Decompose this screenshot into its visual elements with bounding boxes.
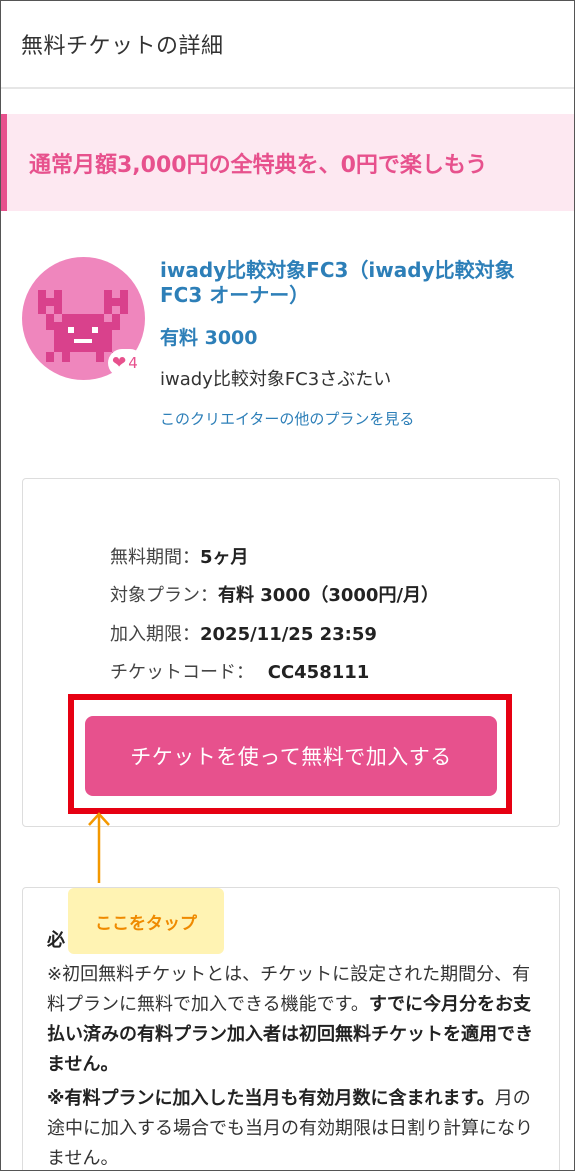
free-period-label: 無料期間： bbox=[110, 547, 200, 568]
target-plan-label: 対象プラン： bbox=[110, 585, 218, 606]
ticket-code-value: CC458111 bbox=[267, 662, 370, 683]
free-period-row: 無料期間：5ヶ月 bbox=[110, 543, 249, 569]
page-title: 無料チケットの詳細 bbox=[21, 34, 224, 59]
target-plan-value: 有料 3000（3000円/月） bbox=[218, 585, 440, 606]
tap-here-tooltip: ここをタップ bbox=[68, 888, 224, 954]
favorites-badge: ❤ 4 bbox=[108, 349, 144, 377]
plan-title: iwady比較対象FC3さぶたい bbox=[160, 369, 392, 390]
promo-text: 通常月額3,000円の全特典を、0円で楽しもう bbox=[29, 152, 488, 178]
deadline-value: 2025/11/25 23:59 bbox=[200, 624, 377, 645]
ticket-card: 無料期間：5ヶ月 対象プラン：有料 3000（3000円/月） 加入期限：202… bbox=[22, 478, 560, 827]
notes-paragraph-2: ※有料プランに加入した当月も有効月数に含まれます。月の途中に加入する場合でも当月… bbox=[47, 1084, 543, 1170]
free-period-value: 5ヶ月 bbox=[200, 547, 249, 568]
notes-heading: 必 bbox=[47, 930, 65, 951]
heart-icon: ❤ bbox=[112, 352, 127, 373]
page-frame: 無料チケットの詳細 通常月額3,000円の全特典を、0円で楽しもう ❤ 4 iw… bbox=[0, 0, 575, 1171]
notes-paragraph-1: ※初回無料チケットとは、チケットに設定された期間分、有料プランに無料で加入できる… bbox=[47, 960, 543, 1080]
ticket-code-row: チケットコード： CC458111 bbox=[110, 658, 369, 684]
ticket-code-label: チケットコード： bbox=[110, 662, 254, 683]
deadline-label: 加入期限： bbox=[110, 624, 200, 645]
deadline-row: 加入期限：2025/11/25 23:59 bbox=[110, 620, 377, 646]
arrow-up-icon bbox=[88, 812, 110, 883]
promo-banner: 通常月額3,000円の全特典を、0円で楽しもう bbox=[1, 114, 574, 211]
use-ticket-button[interactable]: チケットを使って無料で加入する bbox=[85, 716, 497, 796]
notes-p2-bold: ※有料プランに加入した当月も有効月数に含まれます。 bbox=[47, 1088, 495, 1109]
plan-name-link[interactable]: 有料 3000 bbox=[160, 323, 258, 350]
favorites-count: 4 bbox=[128, 354, 138, 372]
target-plan-row: 対象プラン：有料 3000（3000円/月） bbox=[110, 581, 439, 607]
other-plans-link[interactable]: このクリエイターの他のプランを見る bbox=[160, 408, 414, 429]
creator-name-link[interactable]: iwady比較対象FC3（iwady比較対象FC3 オーナー） bbox=[160, 258, 555, 308]
header: 無料チケットの詳細 bbox=[1, 1, 574, 89]
creator-section: ❤ 4 iwady比較対象FC3（iwady比較対象FC3 オーナー） 有料 3… bbox=[22, 254, 562, 434]
